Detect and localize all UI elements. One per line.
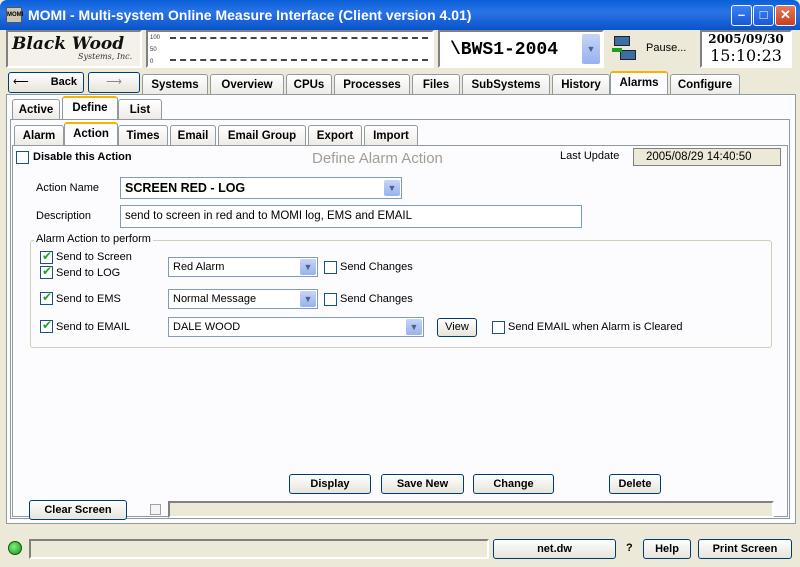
- status-message: [29, 539, 489, 559]
- tab-email-group[interactable]: Email Group: [218, 125, 306, 146]
- chevron-down-icon[interactable]: ▼: [300, 259, 316, 275]
- progress-indicator: [150, 504, 161, 515]
- view-email-button[interactable]: View: [437, 318, 477, 337]
- tab-list[interactable]: List: [118, 99, 162, 120]
- tab-files[interactable]: Files: [412, 74, 460, 95]
- send-to-email-label: Send to EMAIL: [56, 321, 130, 333]
- chevron-down-icon[interactable]: ▼: [406, 319, 422, 335]
- maximize-button[interactable]: □: [753, 5, 774, 26]
- description-label: Description: [36, 210, 92, 222]
- logo-text: Black Wood: [12, 34, 125, 54]
- logo-subtext: Systems, Inc.: [78, 52, 133, 61]
- tab-processes[interactable]: Processes: [334, 74, 410, 95]
- send-to-log-label: Send to LOG: [56, 267, 121, 279]
- log-send-changes-checkbox[interactable]: [324, 261, 337, 274]
- back-label: Back: [50, 76, 77, 88]
- tab-email[interactable]: Email: [170, 125, 216, 146]
- log-message-select[interactable]: Red Alarm ▼: [168, 257, 318, 277]
- tab-define[interactable]: Define: [62, 96, 118, 119]
- back-arrow-icon: ⟵: [13, 76, 29, 88]
- forward-arrow-icon: ⟶: [106, 76, 122, 88]
- ems-message-value: Normal Message: [173, 293, 257, 305]
- app-icon: MOMI: [6, 7, 23, 23]
- minimize-button[interactable]: –: [731, 5, 752, 26]
- close-button[interactable]: ✕: [775, 5, 796, 26]
- log-send-changes-label: Send Changes: [340, 261, 413, 273]
- window-title: MOMI - Multi-system Online Measure Inter…: [28, 7, 472, 23]
- chevron-down-icon[interactable]: ▼: [300, 291, 316, 307]
- clock-display: 2005/09/30 15:10:23: [700, 30, 792, 68]
- server-button[interactable]: net.dw: [493, 539, 616, 559]
- activity-graph: 100 50 0: [146, 30, 434, 68]
- tab-alarms[interactable]: Alarms: [610, 71, 668, 94]
- send-to-screen-label: Send to Screen: [56, 251, 132, 263]
- delete-button[interactable]: Delete: [609, 474, 661, 494]
- chevron-down-icon[interactable]: ▼: [582, 34, 600, 64]
- graph-tick: 100: [150, 35, 161, 41]
- last-update-value: 2005/08/29 14:40:50: [633, 148, 781, 166]
- system-selector[interactable]: \BWS1-2004 ▼: [438, 30, 604, 68]
- last-update-label: Last Update: [560, 150, 620, 162]
- graph-plot: [170, 37, 428, 61]
- tab-cpus[interactable]: CPUs: [286, 74, 332, 95]
- tab-overview[interactable]: Overview: [210, 74, 284, 95]
- graph-tick: 50: [150, 47, 157, 53]
- message-bar: [168, 501, 774, 518]
- tab-subsystems[interactable]: SubSystems: [462, 74, 550, 95]
- system-name: \BWS1-2004: [450, 40, 559, 60]
- pause-button[interactable]: Pause...: [608, 32, 698, 66]
- save-new-button[interactable]: Save New: [381, 474, 464, 494]
- time-text: 15:10:23: [710, 46, 782, 65]
- ems-message-select[interactable]: Normal Message ▼: [168, 289, 318, 309]
- tab-active[interactable]: Active: [12, 99, 60, 120]
- chevron-down-icon[interactable]: ▼: [384, 180, 400, 196]
- back-button[interactable]: ⟵ Back: [8, 72, 84, 93]
- alarm-action-group-label: Alarm Action to perform: [34, 233, 153, 245]
- email-cleared-label: Send EMAIL when Alarm is Cleared: [508, 321, 683, 333]
- title-bar: MOMI MOMI - Multi-system Online Measure …: [0, 0, 800, 30]
- disable-action-checkbox[interactable]: [16, 151, 29, 164]
- graph-tick: 0: [150, 59, 154, 65]
- send-to-ems-label: Send to EMS: [56, 293, 121, 305]
- send-to-email-checkbox[interactable]: [40, 318, 53, 333]
- action-name-label: Action Name: [36, 182, 99, 194]
- forward-button[interactable]: ⟶: [88, 72, 140, 93]
- email-recipient-value: DALE WOOD: [173, 321, 241, 333]
- display-button[interactable]: Display: [289, 474, 371, 494]
- tab-alarm[interactable]: Alarm: [14, 125, 64, 146]
- send-to-screen-checkbox[interactable]: [40, 249, 53, 264]
- action-name-value: SCREEN RED - LOG: [125, 181, 246, 195]
- disable-action-label: Disable this Action: [33, 151, 132, 163]
- pause-monitors-icon: [612, 34, 638, 64]
- action-name-select[interactable]: SCREEN RED - LOG ▼: [120, 177, 402, 199]
- tab-configure[interactable]: Configure: [670, 74, 740, 95]
- email-cleared-checkbox[interactable]: [492, 321, 505, 334]
- tab-systems[interactable]: Systems: [142, 74, 208, 95]
- tab-action[interactable]: Action: [64, 122, 118, 145]
- change-button[interactable]: Change: [473, 474, 554, 494]
- ems-send-changes-label: Send Changes: [340, 293, 413, 305]
- email-recipient-select[interactable]: DALE WOOD ▼: [168, 317, 424, 337]
- print-screen-button[interactable]: Print Screen: [698, 539, 792, 559]
- send-to-ems-checkbox[interactable]: [40, 290, 53, 305]
- page-title: Define Alarm Action: [312, 150, 443, 167]
- tab-import[interactable]: Import: [364, 125, 418, 146]
- tab-export[interactable]: Export: [308, 125, 362, 146]
- connection-status-icon: [8, 541, 22, 555]
- question-icon[interactable]: ?: [626, 542, 633, 554]
- pause-label: Pause...: [646, 42, 687, 54]
- date-text: 2005/09/30: [708, 32, 784, 46]
- tab-history[interactable]: History: [552, 74, 610, 95]
- company-logo: Black Wood Systems, Inc.: [6, 30, 142, 68]
- help-button[interactable]: Help: [643, 539, 691, 559]
- clear-screen-button[interactable]: Clear Screen: [29, 500, 127, 520]
- ems-send-changes-checkbox[interactable]: [324, 293, 337, 306]
- description-input[interactable]: send to screen in red and to MOMI log, E…: [120, 205, 582, 228]
- log-message-value: Red Alarm: [173, 261, 225, 273]
- tab-times[interactable]: Times: [118, 125, 168, 146]
- send-to-log-checkbox[interactable]: [40, 264, 53, 279]
